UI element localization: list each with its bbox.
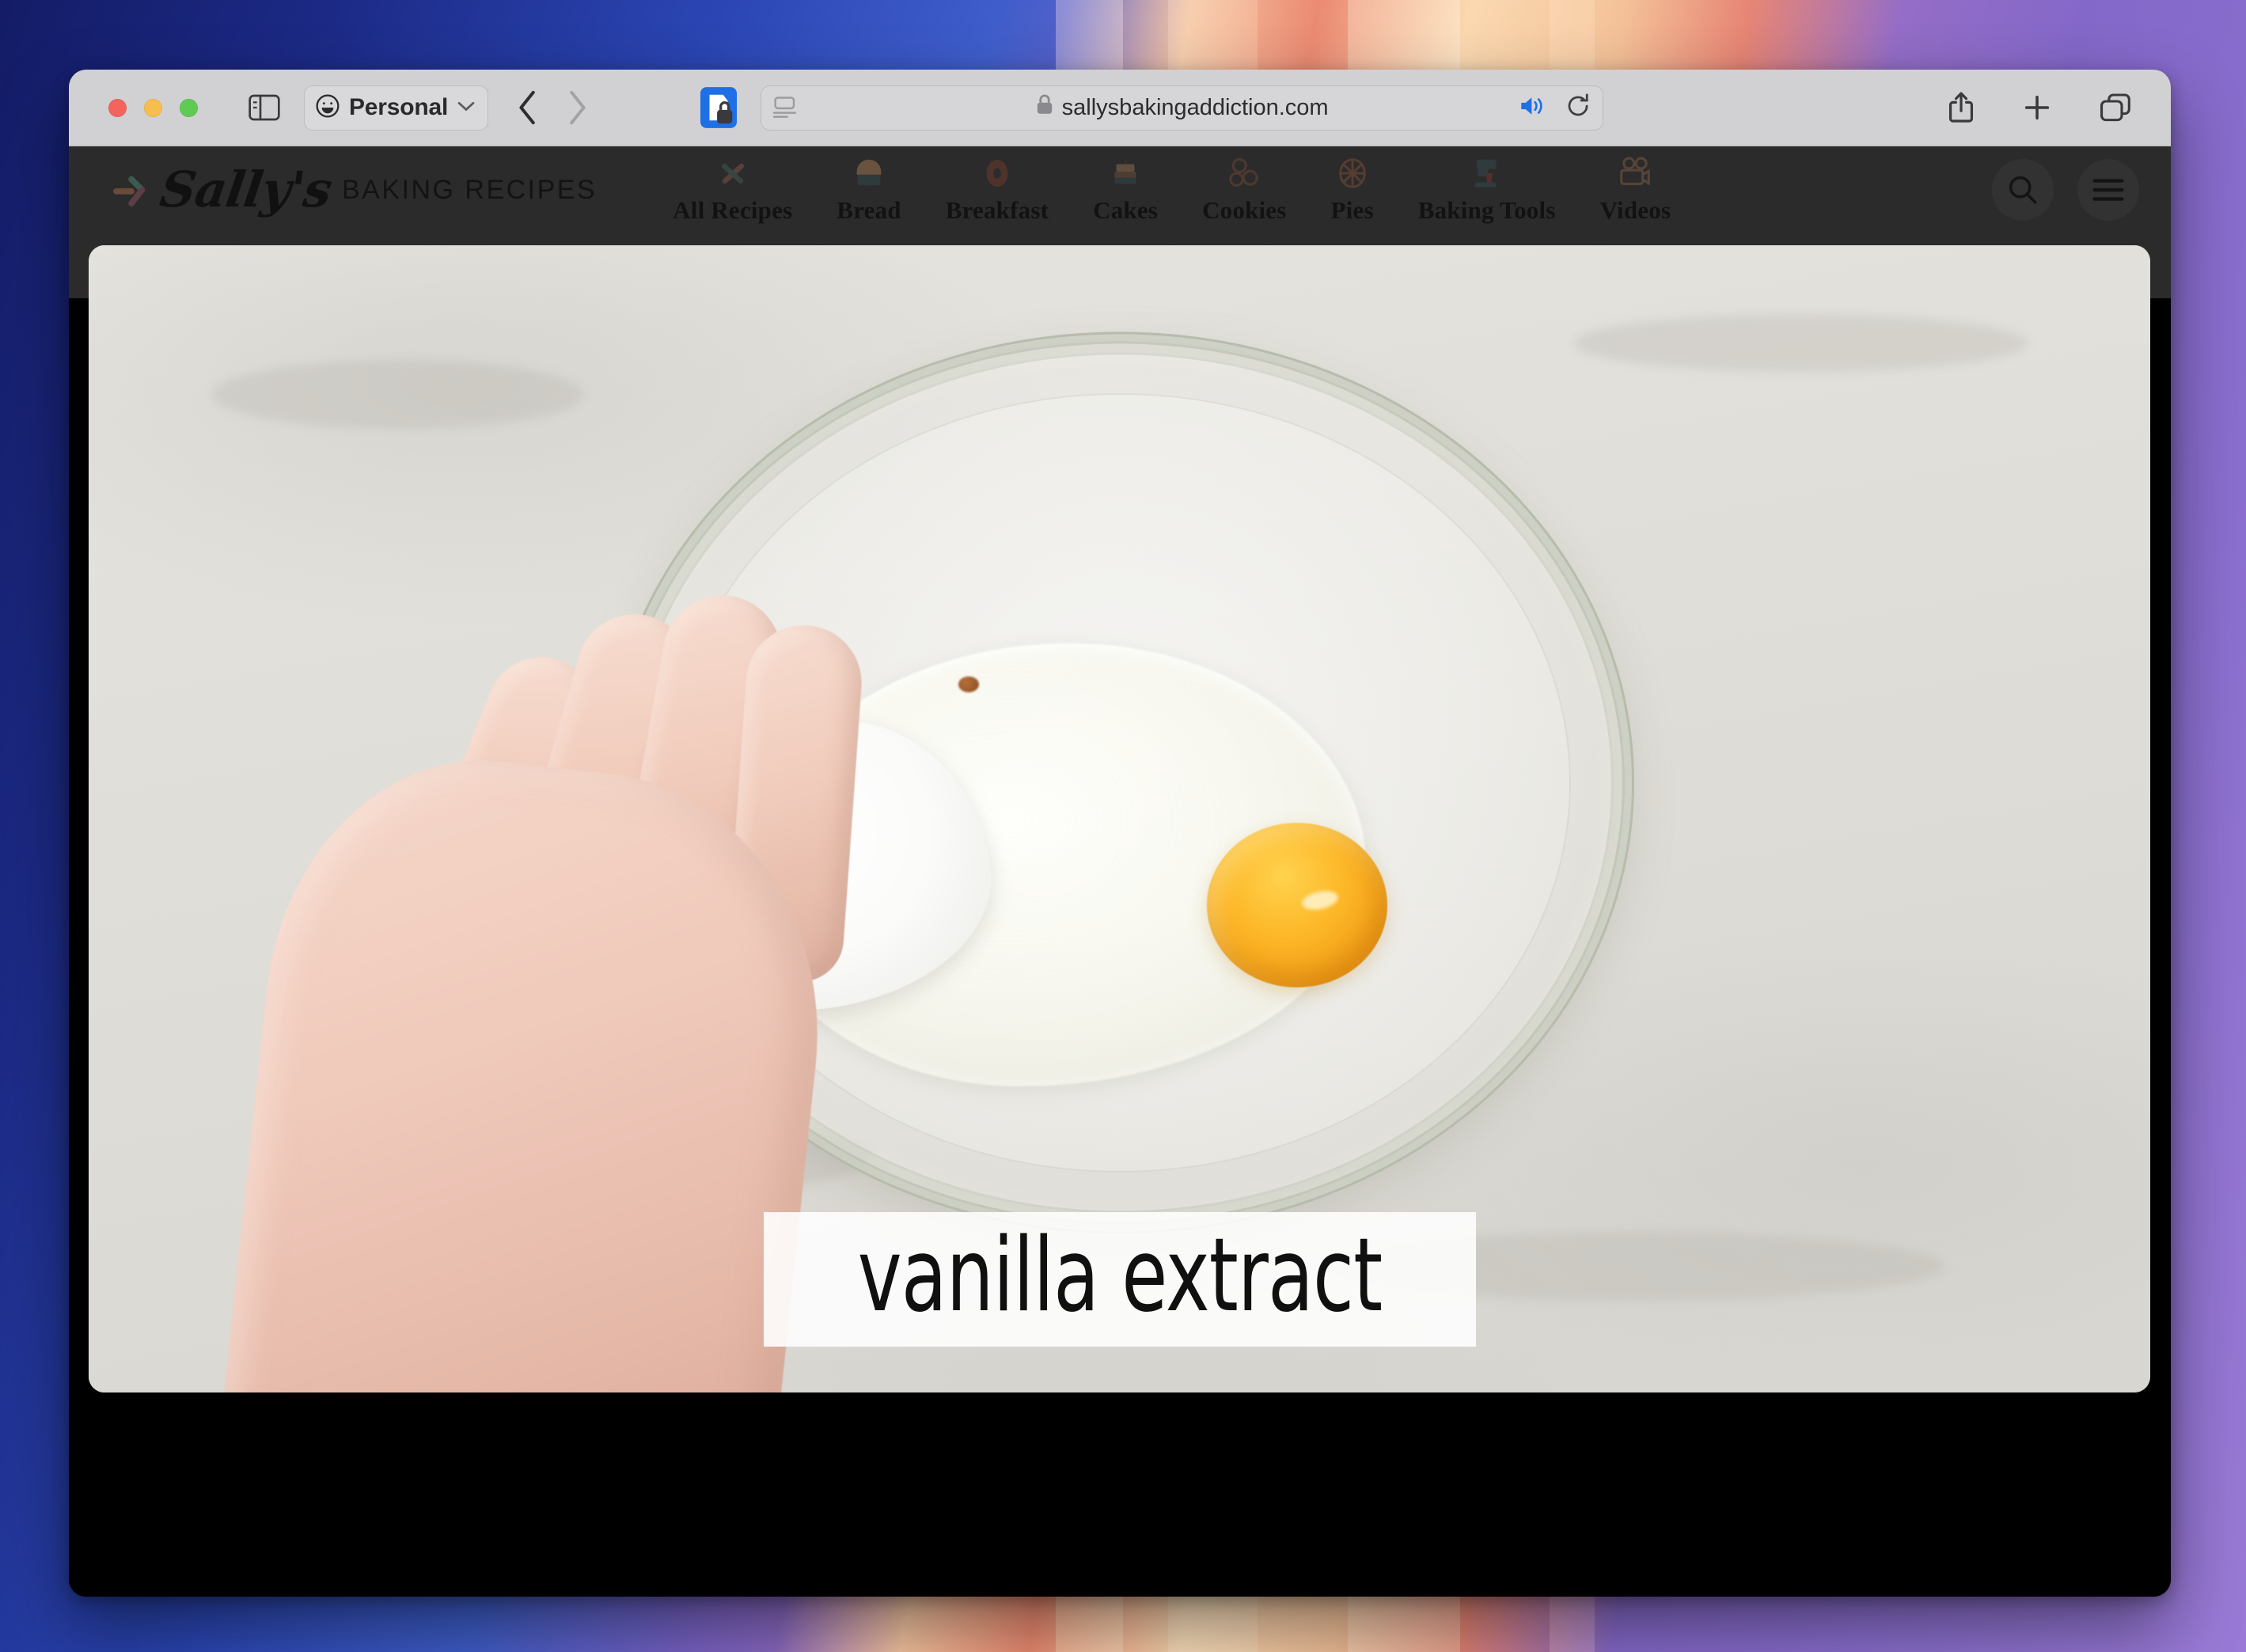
nav-label: Bread [837, 196, 901, 224]
forward-button[interactable] [564, 89, 588, 126]
smiley-face-icon [315, 93, 340, 123]
logo-script-text: Sally's [156, 161, 336, 218]
layer-cake-icon [1107, 155, 1144, 191]
nav-item-breakfast[interactable]: Breakfast [924, 155, 1071, 225]
plus-icon[interactable] [2022, 93, 2052, 123]
nav-label: Pies [1330, 196, 1374, 224]
egg-yolk [1206, 822, 1387, 987]
site-header: Sally's BAKING RECIPES All Recipes Bread… [69, 146, 2171, 298]
film-camera-icon [1617, 155, 1653, 191]
maximize-button[interactable] [180, 98, 198, 117]
window-traffic-lights[interactable] [108, 98, 198, 117]
nav-label: Cookies [1202, 196, 1287, 224]
yolk-highlight [1300, 887, 1340, 913]
cookies-icon [1226, 155, 1262, 191]
search-icon[interactable] [1992, 159, 2054, 221]
logo-block-text: BAKING RECIPES [341, 174, 598, 205]
back-button[interactable] [517, 89, 541, 126]
close-button[interactable] [108, 98, 127, 117]
chevron-down-icon [457, 100, 476, 116]
url-text-wrapper: sallysbakingaddiction.com [761, 94, 1603, 121]
url-text: sallysbakingaddiction.com [1061, 94, 1329, 120]
safari-window: Personal sallysbakingaddiction.com Sally… [69, 70, 2171, 1597]
sidebar-toggle-icon[interactable] [249, 94, 280, 121]
nav-label: Baking Tools [1417, 196, 1556, 224]
profile-label: Personal [349, 94, 449, 120]
page-bottom-area: DELTA AMERICAN EXPRESS DELTA [69, 1400, 2171, 1597]
nav-label: All Recipes [673, 196, 793, 224]
privacy-shield-lock-icon[interactable] [700, 87, 738, 128]
toolbar-right-actions [1948, 91, 2150, 124]
share-icon[interactable] [1948, 91, 1975, 124]
nav-label: Videos [1599, 196, 1671, 224]
whisk-rolling-pin-icon [715, 155, 751, 191]
video-caption-text: vanilla extract [857, 1216, 1382, 1335]
speaker-playing-icon[interactable] [1519, 94, 1547, 122]
nav-label: Cakes [1093, 196, 1159, 224]
web-page: Sally's BAKING RECIPES All Recipes Bread… [69, 146, 2171, 1597]
tab-overview-icon[interactable] [2100, 93, 2131, 123]
nav-item-cookies[interactable]: Cookies [1180, 155, 1308, 225]
video-caption: vanilla extract [763, 1211, 1476, 1347]
reader-view-icon[interactable] [772, 96, 799, 119]
pie-icon [1334, 155, 1371, 191]
reload-icon[interactable] [1565, 93, 1592, 123]
nav-item-cakes[interactable]: Cakes [1071, 155, 1180, 225]
nav-item-bread[interactable]: Bread [814, 155, 923, 225]
donut-icon [979, 155, 1015, 191]
nav-label: Breakfast [945, 196, 1049, 224]
stand-mixer-icon [1469, 155, 1505, 191]
header-actions [1992, 159, 2139, 221]
nav-item-all-recipes[interactable]: All Recipes [651, 155, 814, 225]
hamburger-menu-icon[interactable] [2077, 159, 2139, 221]
browser-toolbar: Personal sallysbakingaddiction.com [69, 70, 2171, 146]
bread-loaf-icon [851, 155, 887, 191]
nav-item-pies[interactable]: Pies [1309, 155, 1396, 225]
arrow-swoosh-icon [113, 166, 150, 214]
minimize-button[interactable] [144, 98, 162, 117]
lock-icon [1036, 94, 1053, 121]
address-bar[interactable]: sallysbakingaddiction.com [761, 85, 1604, 131]
video-player[interactable]: vanilla extract [89, 245, 2150, 1392]
site-logo[interactable]: Sally's BAKING RECIPES [113, 161, 598, 218]
profile-button[interactable]: Personal [304, 85, 489, 131]
nav-item-videos[interactable]: Videos [1578, 155, 1694, 225]
nav-item-baking-tools[interactable]: Baking Tools [1396, 155, 1578, 225]
site-navigation: All Recipes Bread Breakfast Cakes Cookie… [651, 155, 1693, 225]
